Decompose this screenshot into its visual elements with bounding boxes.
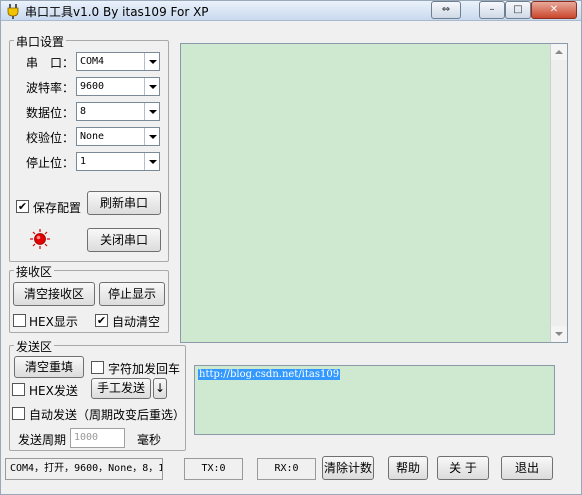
exit-button[interactable]: 退出 xyxy=(501,456,553,480)
receive-textarea[interactable] xyxy=(180,43,568,343)
data-bits-value: 8 xyxy=(80,106,87,117)
hex-display-label: HEX显示 xyxy=(29,315,78,329)
serial-settings-label: 串口设置 xyxy=(14,33,67,50)
stop-bits-label: 停止位： xyxy=(26,156,75,170)
send-group: 发送区 清空重填 字符加发回车 HEX发送 手工发送 ↓ 自动发送（周期改变后重… xyxy=(9,338,186,451)
close-port-button[interactable]: 关闭串口 xyxy=(87,228,161,252)
baud-label: 波特率： xyxy=(26,81,75,95)
hex-send-label: HEX发送 xyxy=(29,384,78,398)
append-cr-checkbox[interactable] xyxy=(91,361,104,374)
status-led-icon xyxy=(30,229,50,249)
parity-select[interactable]: None xyxy=(76,127,160,146)
restore-down-icon[interactable]: ⇔ xyxy=(431,1,461,19)
rx-counter: RX:0 xyxy=(257,458,316,480)
parity-value: None xyxy=(80,131,105,142)
receive-group-label: 接收区 xyxy=(14,263,55,280)
title-bar: 串口工具v1.0 By itas109 For XP ⇔ – □ ✕ xyxy=(1,1,581,21)
auto-clear-checkbox[interactable]: ✔ xyxy=(95,314,108,327)
window-title: 串口工具v1.0 By itas109 For XP xyxy=(25,5,209,19)
refresh-port-button[interactable]: 刷新串口 xyxy=(87,191,161,215)
send-text: http://blog.csdn.net/itas109 xyxy=(198,369,341,380)
hex-display-checkbox[interactable] xyxy=(13,314,26,327)
port-select[interactable]: COM4 xyxy=(76,52,160,71)
baud-select[interactable]: 9600 xyxy=(76,77,160,96)
append-cr-label: 字符加发回车 xyxy=(108,362,181,376)
about-button[interactable]: 关 于 xyxy=(437,456,489,480)
serial-settings-group: 串口设置 串 口： COM4 波特率： 9600 数据位： 8 校验位： Non… xyxy=(9,33,169,262)
close-button[interactable]: ✕ xyxy=(531,1,577,19)
receive-scrollbar[interactable] xyxy=(550,44,567,342)
data-bits-select[interactable]: 8 xyxy=(76,102,160,121)
send-period-label: 发送周期 xyxy=(18,433,67,447)
stop-bits-value: 1 xyxy=(80,156,87,167)
send-group-label: 发送区 xyxy=(14,338,55,355)
hex-send-checkbox[interactable] xyxy=(12,383,25,396)
data-bits-label: 数据位： xyxy=(26,106,75,120)
save-config-label: 保存配置 xyxy=(33,201,82,215)
minimize-button[interactable]: – xyxy=(479,1,505,19)
plug-icon xyxy=(7,4,19,19)
auto-send-checkbox[interactable] xyxy=(12,407,25,420)
send-period-unit: 毫秒 xyxy=(137,433,162,447)
auto-clear-label: 自动清空 xyxy=(112,315,161,329)
stop-display-button[interactable]: 停止显示 xyxy=(99,282,165,306)
chevron-down-icon[interactable] xyxy=(144,103,159,120)
port-label: 串 口： xyxy=(26,56,75,70)
save-config-checkbox[interactable]: ✔ xyxy=(16,200,29,213)
baud-value: 9600 xyxy=(80,81,105,92)
send-period-input[interactable]: 1000 xyxy=(70,428,125,448)
send-textarea[interactable]: http://blog.csdn.net/itas109 xyxy=(194,365,555,435)
scroll-up-icon[interactable] xyxy=(551,44,567,60)
send-arrow-button[interactable]: ↓ xyxy=(153,378,167,399)
chevron-down-icon[interactable] xyxy=(144,153,159,170)
app-window: 串口工具v1.0 By itas109 For XP ⇔ – □ ✕ 串口设置 … xyxy=(0,0,582,495)
clear-receive-button[interactable]: 清空接收区 xyxy=(13,282,95,306)
chevron-down-icon[interactable] xyxy=(144,128,159,145)
clear-count-button[interactable]: 清除计数 xyxy=(322,456,374,480)
chevron-down-icon[interactable] xyxy=(144,78,159,95)
scroll-down-icon[interactable] xyxy=(551,326,567,342)
clear-refill-button[interactable]: 清空重填 xyxy=(14,356,84,378)
manual-send-button[interactable]: 手工发送 xyxy=(91,378,151,399)
tx-counter: TX:0 xyxy=(184,458,243,480)
parity-label: 校验位： xyxy=(26,131,75,145)
port-status-panel: COM4，打开，9600，None，8，1 xyxy=(5,458,163,480)
port-value: COM4 xyxy=(80,56,105,67)
stop-bits-select[interactable]: 1 xyxy=(76,152,160,171)
help-button[interactable]: 帮助 xyxy=(388,456,428,480)
receive-group: 接收区 清空接收区 停止显示 HEX显示 ✔ 自动清空 xyxy=(9,263,169,333)
maximize-button[interactable]: □ xyxy=(505,1,531,19)
auto-send-label: 自动发送（周期改变后重选） xyxy=(29,408,186,422)
chevron-down-icon[interactable] xyxy=(144,53,159,70)
